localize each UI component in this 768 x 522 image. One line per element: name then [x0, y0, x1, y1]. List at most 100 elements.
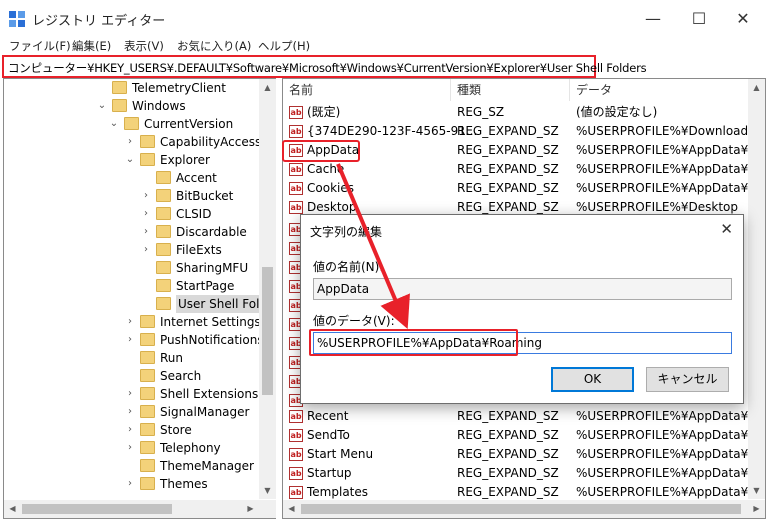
- tree-horizontal-scrollbar[interactable]: ◀ ▶: [4, 500, 276, 518]
- scroll-right-icon[interactable]: ▶: [242, 500, 259, 517]
- chevron-right-icon[interactable]: ›: [124, 331, 136, 349]
- folder-icon: [140, 315, 155, 328]
- value-name: {374DE290-123F-4565-91...: [307, 124, 478, 138]
- scroll-thumb[interactable]: [22, 504, 172, 514]
- folder-icon: [140, 351, 155, 364]
- string-value-icon: ab: [289, 467, 303, 480]
- string-value-icon: ab: [289, 486, 303, 499]
- scroll-thumb[interactable]: [262, 267, 273, 395]
- menu-bar: ファイル(F) 編集(E) 表示(V) お気に入り(A) ヘルプ(H): [0, 38, 768, 54]
- address-bar[interactable]: コンピューター¥HKEY_USERS¥.DEFAULT¥Software¥Mic…: [2, 55, 647, 78]
- chevron-right-icon[interactable]: ›: [124, 313, 136, 331]
- value-data: (値の設定なし): [576, 105, 658, 119]
- tree-item-label: Shell Extensions: [160, 387, 259, 401]
- scroll-left-icon[interactable]: ◀: [283, 500, 300, 517]
- column-header-data[interactable]: データ: [570, 79, 750, 101]
- folder-icon: [140, 333, 155, 346]
- folder-icon: [156, 189, 171, 202]
- chevron-down-icon[interactable]: ⌄: [124, 151, 136, 169]
- list-vertical-scrollbar[interactable]: ▲ ▼: [748, 79, 765, 499]
- cancel-button[interactable]: キャンセル: [646, 367, 729, 392]
- scroll-right-icon[interactable]: ▶: [748, 500, 765, 517]
- ok-button[interactable]: OK: [551, 367, 634, 392]
- dialog-close-icon[interactable]: ✕: [720, 220, 733, 238]
- menu-help[interactable]: ヘルプ(H): [258, 38, 310, 54]
- folder-icon: [156, 297, 171, 310]
- list-item[interactable]: ab {374DE290-123F-4565-91... REG_EXPAND_SZ…: [283, 122, 754, 141]
- value-type: REG_EXPAND_SZ: [457, 466, 559, 480]
- list-horizontal-scrollbar[interactable]: ◀ ▶: [283, 500, 765, 518]
- list-item[interactable]: ab (既定) REG_SZ (値の設定なし): [283, 103, 753, 122]
- column-header-name[interactable]: 名前: [283, 79, 451, 101]
- chevron-right-icon[interactable]: ›: [124, 439, 136, 457]
- chevron-right-icon: [96, 79, 108, 97]
- value-data-label: 値のデータ(V):: [313, 314, 395, 328]
- value-data: %USERPROFILE%¥AppData¥Roa: [576, 409, 766, 423]
- folder-icon: [156, 225, 171, 238]
- list-item[interactable]: ab Start Menu REG_EXPAND_SZ %USERPROFILE%¥A…: [283, 445, 765, 464]
- chevron-right-icon: [140, 169, 152, 187]
- tree-item-label: FileExts: [176, 243, 222, 257]
- scroll-left-icon[interactable]: ◀: [4, 500, 21, 517]
- maximize-button[interactable]: ☐: [676, 0, 722, 38]
- chevron-right-icon[interactable]: ›: [124, 385, 136, 403]
- tree-item-label: ThemeManager: [160, 459, 254, 473]
- list-item[interactable]: ab Recent REG_EXPAND_SZ %USERPROFILE%¥AppDa…: [283, 407, 765, 426]
- tree-item-label: StartPage: [176, 279, 235, 293]
- value-data: %USERPROFILE%¥AppData¥Loc: [576, 181, 766, 195]
- string-value-icon: ab: [289, 106, 303, 119]
- menu-view[interactable]: 表示(V): [124, 38, 164, 54]
- scroll-up-icon[interactable]: ▲: [259, 79, 276, 96]
- list-item[interactable]: ab Startup REG_EXPAND_SZ %USERPROFILE%¥AppD…: [283, 464, 765, 483]
- chevron-right-icon[interactable]: ›: [140, 205, 152, 223]
- value-name: SendTo: [307, 428, 350, 442]
- string-value-icon: ab: [289, 448, 303, 461]
- string-value-icon: ab: [289, 410, 303, 423]
- folder-icon: [140, 459, 155, 472]
- minimize-button[interactable]: —: [630, 0, 676, 38]
- value-type: REG_EXPAND_SZ: [457, 409, 559, 423]
- menu-edit[interactable]: 編集(E): [72, 38, 111, 54]
- tree-item-label: Search: [160, 369, 202, 383]
- list-item[interactable]: ab Cookies REG_EXPAND_SZ %USERPROFILE%¥AppD…: [283, 179, 765, 198]
- list-item[interactable]: ab Cache REG_EXPAND_SZ %USERPROFILE%¥AppDat…: [283, 160, 765, 179]
- menu-favorites[interactable]: お気に入り(A): [177, 38, 251, 54]
- chevron-right-icon[interactable]: ›: [124, 475, 136, 493]
- value-data: %USERPROFILE%¥AppData¥Roa: [576, 466, 766, 480]
- address-path: コンピューター¥HKEY_USERS¥.DEFAULT¥Software¥Mic…: [8, 61, 647, 75]
- column-header-type[interactable]: 種類: [451, 79, 570, 101]
- scroll-down-icon[interactable]: ▼: [748, 482, 765, 499]
- chevron-down-icon[interactable]: ⌄: [96, 97, 108, 115]
- chevron-down-icon[interactable]: ⌄: [108, 115, 120, 133]
- scroll-down-icon[interactable]: ▼: [259, 482, 276, 499]
- chevron-right-icon[interactable]: ›: [124, 403, 136, 421]
- value-name-field: AppData: [313, 278, 732, 300]
- scroll-thumb[interactable]: [301, 504, 741, 514]
- string-value-icon: ab: [289, 125, 303, 138]
- list-item[interactable]: ab SendTo REG_EXPAND_SZ %USERPROFILE%¥AppDa…: [283, 426, 765, 445]
- tree-item-label: Explorer: [160, 153, 210, 167]
- scroll-up-icon[interactable]: ▲: [748, 79, 765, 96]
- chevron-right-icon[interactable]: ›: [124, 133, 136, 151]
- value-data: %USERPROFILE%¥AppData¥Roa: [576, 143, 766, 157]
- tree-item-label: BitBucket: [176, 189, 234, 203]
- string-value-icon: ab: [289, 182, 303, 195]
- value-type: REG_EXPAND_SZ: [457, 447, 559, 461]
- chevron-right-icon: [140, 259, 152, 277]
- value-name: Cache: [307, 162, 345, 176]
- folder-icon: [124, 117, 139, 130]
- folder-icon: [156, 171, 171, 184]
- tree-vertical-scrollbar[interactable]: ▲ ▼: [259, 79, 276, 499]
- chevron-right-icon: [140, 277, 152, 295]
- chevron-right-icon[interactable]: ›: [140, 223, 152, 241]
- registry-tree[interactable]: TelemetryClient ⌄ Windows ⌄ CurrentVersion › C…: [3, 78, 276, 519]
- menu-file[interactable]: ファイル(F): [9, 38, 71, 54]
- chevron-right-icon[interactable]: ›: [140, 187, 152, 205]
- value-data-highlight: [309, 329, 518, 356]
- tree-item-label: Internet Settings: [160, 315, 261, 329]
- close-button[interactable]: ✕: [720, 0, 766, 38]
- chevron-right-icon[interactable]: ›: [140, 241, 152, 259]
- tree-item-label: SignalManager: [160, 405, 250, 419]
- edit-string-dialog: 文字列の編集 ✕ 値の名前(N): AppData 値のデータ(V): %USE…: [300, 214, 744, 404]
- chevron-right-icon[interactable]: ›: [124, 421, 136, 439]
